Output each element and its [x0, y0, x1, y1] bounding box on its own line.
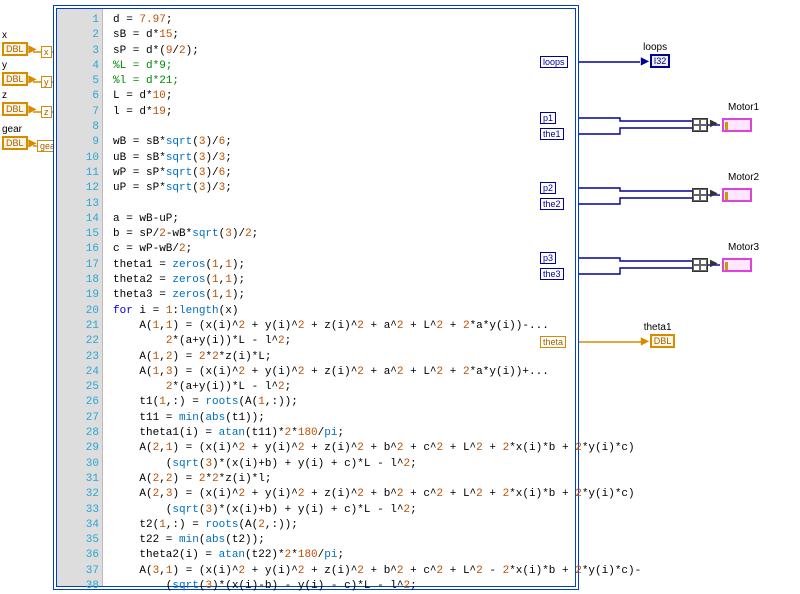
arrow-right-icon: ▶: [29, 138, 37, 149]
code-line-14: 14a = wB-uP;: [69, 212, 573, 227]
tunnel-loops: loops: [540, 56, 568, 68]
code-line-15: 15b = sP/2-wB*sqrt(3)/2;: [69, 227, 573, 242]
code-line-1: 1d = 7.97;: [69, 13, 573, 28]
indicator-motor2-label: Motor2: [728, 172, 759, 183]
control-y-type: DBL: [2, 72, 28, 86]
code-line-6: 6L = d*10;: [69, 89, 573, 104]
code-line-8: 8: [69, 120, 573, 135]
tunnel-theta: theta: [540, 336, 566, 348]
indicator-loops-label: loops: [643, 42, 667, 53]
arrow-right-icon: ▶: [710, 118, 718, 129]
code-line-32: 32 A(2,3) = (x(i)^2 + y(i)^2 + z(i)^2 + …: [69, 487, 573, 502]
tunnel-p1: p1: [540, 112, 556, 124]
code-line-11: 11wP = sP*sqrt(3)/6;: [69, 166, 573, 181]
indicator-motor2[interactable]: [722, 188, 752, 202]
bundle-node-motor3[interactable]: [692, 258, 708, 272]
code-line-13: 13: [69, 197, 573, 212]
control-x-type: DBL: [2, 42, 28, 56]
code-line-26: 26 t1(1,:) = roots(A(1,:));: [69, 395, 573, 410]
control-y-label: y: [2, 60, 37, 72]
code-line-24: 24 A(1,3) = (x(i)^2 + y(i)^2 + z(i)^2 + …: [69, 365, 573, 380]
arrow-right-icon: ▶: [710, 188, 718, 199]
control-gear[interactable]: gear DBL▶: [2, 124, 37, 150]
tunnel-the3: the3: [540, 268, 564, 280]
code-line-33: 33 (sqrt(3)*(x(i)+b) + y(i) + c)*L - l^2…: [69, 503, 573, 518]
tunnel-y: y: [41, 76, 52, 88]
code-line-34: 34 t2(1,:) = roots(A(2,:));: [69, 518, 573, 533]
arrow-right-icon: ▶: [29, 44, 37, 55]
code-line-37: 37 A(3,1) = (x(i)^2 + y(i)^2 + z(i)^2 + …: [69, 564, 573, 579]
bundle-node-motor1[interactable]: [692, 118, 708, 132]
indicator-motor3[interactable]: [722, 258, 752, 272]
code-line-36: 36 theta2(i) = atan(t22)*2*180/pi;: [69, 548, 573, 563]
arrow-right-icon: ▶: [641, 56, 649, 67]
control-gear-type: DBL: [2, 136, 28, 150]
code-line-10: 10uB = sB*sqrt(3)/3;: [69, 151, 573, 166]
control-gear-label: gear: [2, 124, 37, 136]
tunnel-p2: p2: [540, 182, 556, 194]
code-line-27: 27 t11 = min(abs(t1));: [69, 411, 573, 426]
bundle-node-motor2[interactable]: [692, 188, 708, 202]
code-line-2: 2sB = d*15;: [69, 28, 573, 43]
arrow-right-icon: ▶: [29, 104, 37, 115]
indicator-loops-type: I32: [650, 54, 671, 68]
code-line-12: 12uP = sP*sqrt(3)/3;: [69, 181, 573, 196]
code-line-25: 25 2*(a+y(i))*L - l^2;: [69, 380, 573, 395]
control-z-type: DBL: [2, 102, 28, 116]
code-line-20: 20for i = 1:length(x): [69, 304, 573, 319]
indicator-motor1-label: Motor1: [728, 102, 759, 113]
code-line-35: 35 t22 = min(abs(t2));: [69, 533, 573, 548]
indicator-theta1[interactable]: theta1 ▶DBL: [640, 322, 675, 348]
code-line-9: 9wB = sB*sqrt(3)/6;: [69, 135, 573, 150]
code-line-31: 31 A(2,2) = 2*2*z(i)*l;: [69, 472, 573, 487]
control-z-label: z: [2, 90, 37, 102]
code-line-30: 30 (sqrt(3)*(x(i)+b) + y(i) + c)*L - l^2…: [69, 457, 573, 472]
code-area[interactable]: 1d = 7.97;2sB = d*15;3sP = d*(9/2);4%L =…: [69, 13, 573, 594]
code-line-3: 3sP = d*(9/2);: [69, 44, 573, 59]
indicator-motor1[interactable]: [722, 118, 752, 132]
code-line-22: 22 2*(a+y(i))*L - l^2;: [69, 334, 573, 349]
code-line-19: 19theta3 = zeros(1,1);: [69, 288, 573, 303]
code-line-18: 18theta2 = zeros(1,1);: [69, 273, 573, 288]
code-line-29: 29 A(2,1) = (x(i)^2 + y(i)^2 + z(i)^2 + …: [69, 441, 573, 456]
tunnel-the1: the1: [540, 128, 564, 140]
code-line-16: 16c = wP-wB/2;: [69, 242, 573, 257]
tunnel-the2: the2: [540, 198, 564, 210]
control-x[interactable]: x DBL▶: [2, 30, 37, 56]
code-line-28: 28 theta1(i) = atan(t11)*2*180/pi;: [69, 426, 573, 441]
code-line-4: 4%L = d*9;: [69, 59, 573, 74]
arrow-right-icon: ▶: [29, 74, 37, 85]
indicator-motor3-label: Motor3: [728, 242, 759, 253]
code-line-17: 17theta1 = zeros(1,1);: [69, 258, 573, 273]
indicator-theta1-type: DBL: [650, 334, 676, 348]
mathscript-node[interactable]: 1d = 7.97;2sB = d*15;3sP = d*(9/2);4%L =…: [53, 5, 579, 590]
arrow-right-icon: ▶: [710, 258, 718, 269]
control-z[interactable]: z DBL▶: [2, 90, 37, 116]
code-line-7: 7l = d*19;: [69, 105, 573, 120]
tunnel-z: z: [41, 106, 52, 118]
code-line-5: 5%l = d*21;: [69, 74, 573, 89]
tunnel-p3: p3: [540, 252, 556, 264]
control-x-label: x: [2, 30, 37, 42]
arrow-right-icon: ▶: [641, 336, 649, 347]
control-y[interactable]: y DBL▶: [2, 60, 37, 86]
tunnel-x: x: [41, 46, 52, 58]
indicator-theta1-label: theta1: [644, 322, 672, 333]
indicator-loops[interactable]: loops ▶I32: [640, 42, 670, 68]
code-line-23: 23 A(1,2) = 2*2*z(i)*L;: [69, 350, 573, 365]
code-line-21: 21 A(1,1) = (x(i)^2 + y(i)^2 + z(i)^2 + …: [69, 319, 573, 334]
